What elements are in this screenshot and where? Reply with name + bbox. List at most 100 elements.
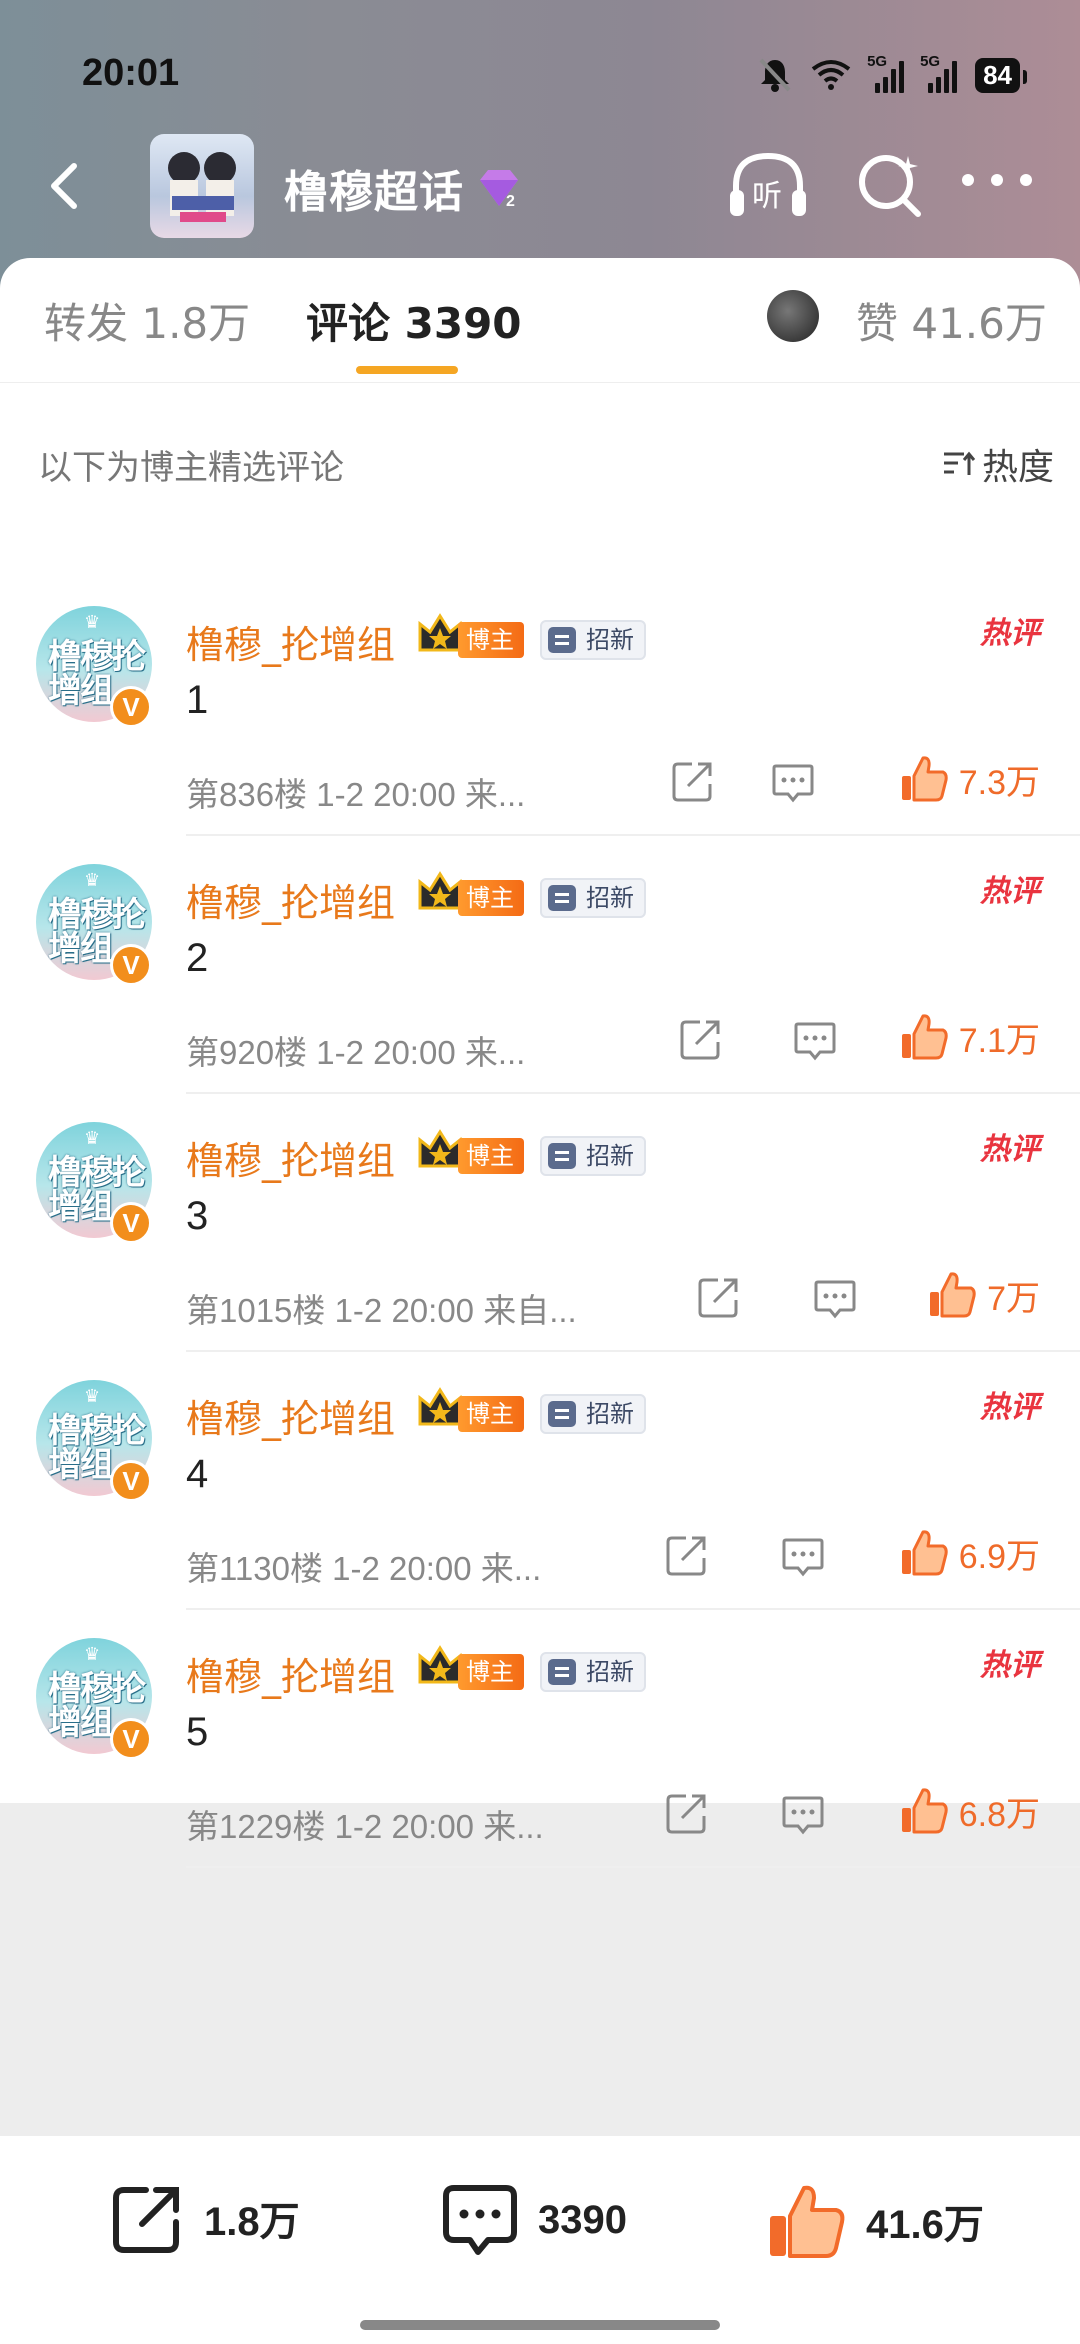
comment-item[interactable]: ♛ 橹穆抡增组 V 橹穆_抡增组 博主 招新 热评 1 第836楼 1-2 20… xyxy=(0,578,1080,836)
verified-badge-icon: V xyxy=(110,944,152,986)
gem-level-icon: 2 xyxy=(480,170,518,210)
verified-badge-icon: V xyxy=(110,1460,152,1502)
reply-icon[interactable] xyxy=(770,760,816,804)
comment-like-button[interactable]: 7.3万 xyxy=(899,754,1040,804)
signal-5g-b-icon: 5G xyxy=(920,53,958,93)
recruit-tag[interactable]: 招新 xyxy=(540,620,646,660)
like-count: 41.6万 xyxy=(866,2203,984,2247)
commenter-name[interactable]: 橹穆_抡增组 xyxy=(186,1130,395,1185)
blogger-tag: 博主 xyxy=(458,1396,524,1432)
sort-by-hot-button[interactable]: 热度 xyxy=(942,438,1054,490)
share-icon xyxy=(113,2187,179,2253)
thumbs-up-icon xyxy=(901,1788,948,1834)
reply-icon[interactable] xyxy=(780,1534,826,1578)
blogger-tag: 博主 xyxy=(458,1138,524,1174)
reply-icon[interactable] xyxy=(792,1018,838,1062)
comment-like-count: 7.3万 xyxy=(958,763,1040,802)
recruit-tag-icon xyxy=(548,1659,576,1685)
comment-item[interactable]: ♛ 橹穆抡增组 V 橹穆_抡增组 博主 招新 热评 4 第1130楼 1-2 2… xyxy=(0,1352,1080,1610)
network-label-b: 5G xyxy=(920,53,941,70)
comment-meta: 第920楼 1-2 20:00 来... xyxy=(186,1034,526,1071)
status-icons: 5G 5G 84 xyxy=(757,50,1027,100)
repost-count: 1.8万 xyxy=(204,2200,300,2244)
hot-comment-badge: 热评 xyxy=(980,1372,1040,1426)
comment-text: 3 xyxy=(186,1194,209,1238)
blogger-tag: 博主 xyxy=(458,1654,524,1690)
divider xyxy=(186,1866,1080,1868)
recruit-tag[interactable]: 招新 xyxy=(540,878,646,918)
reply-icon[interactable] xyxy=(812,1276,858,1320)
blogger-crown-icon xyxy=(418,1129,462,1168)
recruit-tag-label: 招新 xyxy=(586,884,634,912)
listen-button[interactable]: 听 xyxy=(726,148,810,224)
mute-bell-icon xyxy=(759,58,791,92)
recruit-tag-label: 招新 xyxy=(586,626,634,654)
blogger-crown-icon xyxy=(418,1387,462,1426)
recruit-tag-icon xyxy=(548,1143,576,1169)
reply-icon[interactable] xyxy=(780,1792,826,1836)
more-options-icon[interactable] xyxy=(962,174,1032,194)
recruit-tag[interactable]: 招新 xyxy=(540,1394,646,1434)
topic-avatar[interactable] xyxy=(150,134,254,238)
headphones-icon: 听 xyxy=(730,152,806,216)
recruit-tag[interactable]: 招新 xyxy=(540,1652,646,1692)
blogger-crown-icon xyxy=(418,871,462,910)
detail-tabs: 转发 1.8万 评论 3390 赞 41.6万 xyxy=(0,258,1080,383)
verified-badge-icon: V xyxy=(110,1202,152,1244)
comment-button[interactable]: 3390 xyxy=(440,2180,627,2260)
comment-count: 3390 xyxy=(538,2197,627,2242)
comment-text: 1 xyxy=(186,678,209,722)
status-time: 20:01 xyxy=(82,52,180,94)
tab-likes[interactable]: 赞 41.6万 xyxy=(856,290,1047,351)
comment-item[interactable]: ♛ 橹穆抡增组 V 橹穆_抡增组 博主 招新 热评 5 第1229楼 1-2 2… xyxy=(0,1610,1080,1868)
blogger-tag: 博主 xyxy=(458,622,524,658)
share-comment-icon[interactable] xyxy=(664,1532,710,1578)
hot-comment-badge: 热评 xyxy=(980,1114,1040,1168)
share-comment-icon[interactable] xyxy=(678,1016,724,1062)
avatar-crown-icon: ♛ xyxy=(84,612,101,633)
sort-icon xyxy=(943,451,976,475)
comment-like-count: 6.9万 xyxy=(958,1537,1040,1576)
home-indicator[interactable] xyxy=(360,2320,720,2330)
hot-comment-badge: 热评 xyxy=(980,1630,1040,1684)
wifi-icon xyxy=(811,60,851,90)
comment-like-button[interactable]: 6.8万 xyxy=(899,1786,1040,1836)
comment-like-button[interactable]: 7.1万 xyxy=(899,1012,1040,1062)
share-comment-icon[interactable] xyxy=(696,1274,742,1320)
hot-comment-badge: 热评 xyxy=(980,598,1040,652)
share-comment-icon[interactable] xyxy=(664,1790,710,1836)
comment-like-count: 7.1万 xyxy=(958,1021,1040,1060)
blogger-crown-icon xyxy=(418,1645,462,1684)
tab-indicator xyxy=(356,366,458,374)
comment-like-button[interactable]: 6.9万 xyxy=(899,1528,1040,1578)
status-bar: 20:01 5G 5G 84 xyxy=(0,40,1080,110)
comment-text: 2 xyxy=(186,936,209,980)
comment-item[interactable]: ♛ 橹穆抡增组 V 橹穆_抡增组 博主 招新 热评 3 第1015楼 1-2 2… xyxy=(0,1094,1080,1352)
blogger-crown-icon xyxy=(418,613,462,652)
tab-repost[interactable]: 转发 1.8万 xyxy=(44,290,250,351)
commenter-name[interactable]: 橹穆_抡增组 xyxy=(186,1388,395,1443)
back-arrow-icon[interactable] xyxy=(36,156,96,216)
liker-avatar[interactable] xyxy=(767,290,819,342)
share-comment-icon[interactable] xyxy=(670,758,716,804)
verified-badge-icon: V xyxy=(110,686,152,728)
comment-item[interactable]: ♛ 橹穆抡增组 V 橹穆_抡增组 博主 招新 热评 2 第920楼 1-2 20… xyxy=(0,836,1080,1094)
commenter-name[interactable]: 橹穆_抡增组 xyxy=(186,1646,395,1701)
repost-button[interactable]: 1.8万 xyxy=(110,2180,300,2256)
comment-meta: 第1130楼 1-2 20:00 来... xyxy=(186,1550,542,1587)
thumbs-up-icon xyxy=(901,1530,948,1576)
page-title: 橹穆超话 xyxy=(284,167,464,218)
topic-avatar-image xyxy=(168,152,236,222)
search-icon[interactable] xyxy=(852,148,928,224)
commenter-name[interactable]: 橹穆_抡增组 xyxy=(186,872,395,927)
avatar-crown-icon: ♛ xyxy=(84,1128,101,1149)
recruit-tag[interactable]: 招新 xyxy=(540,1136,646,1176)
like-button[interactable]: 41.6万 xyxy=(766,2180,984,2262)
comment-like-count: 6.8万 xyxy=(958,1795,1040,1834)
commenter-name[interactable]: 橹穆_抡增组 xyxy=(186,614,395,669)
recruit-tag-label: 招新 xyxy=(586,1142,634,1170)
comment-meta: 第1015楼 1-2 20:00 来自... xyxy=(186,1292,577,1329)
verified-badge-icon: V xyxy=(110,1718,152,1760)
thumbs-up-icon xyxy=(901,1014,948,1060)
comment-like-button[interactable]: 7万 xyxy=(927,1270,1040,1320)
